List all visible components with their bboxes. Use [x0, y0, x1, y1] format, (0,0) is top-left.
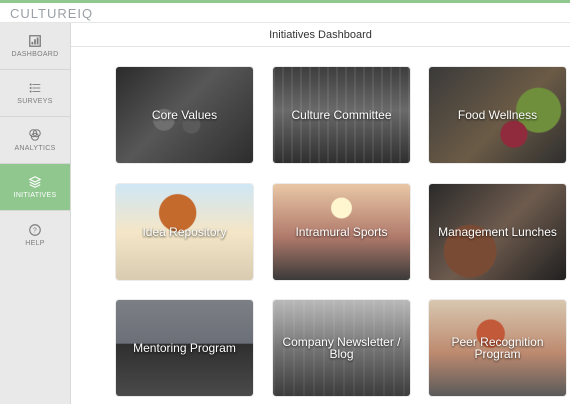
- sidebar-item-surveys[interactable]: SURVEYS: [0, 70, 70, 117]
- initiative-card-idea-repository[interactable]: Idea Repository: [116, 184, 253, 280]
- initiative-card-label: Idea Repository: [142, 225, 227, 239]
- help-icon: ?: [29, 223, 41, 236]
- initiative-card-label: Food Wellness: [457, 108, 538, 122]
- sidebar-item-analytics[interactable]: ANALYTICS: [0, 117, 70, 164]
- initiative-card-label: Company Newsletter / Blog: [282, 335, 401, 361]
- initiative-card-label: Intramural Sports: [295, 225, 388, 239]
- list-icon: [29, 83, 41, 93]
- initiative-card-core-values[interactable]: Core Values: [116, 67, 253, 163]
- sidebar: DASHBOARD SURVEYS ANALYTICS INITIATIVES: [0, 23, 71, 404]
- initiative-card-management-lunches[interactable]: Management Lunches: [429, 184, 566, 280]
- dashboard-icon: [29, 35, 41, 47]
- page-title: Initiatives Dashboard: [71, 23, 570, 47]
- venn-icon: [29, 129, 41, 141]
- stack-icon: [28, 176, 42, 188]
- svg-text:?: ?: [33, 227, 37, 234]
- initiative-card-label: Culture Committee: [291, 108, 392, 122]
- sidebar-item-help[interactable]: ? HELP: [0, 211, 70, 258]
- initiative-card-label: Management Lunches: [438, 225, 557, 239]
- sidebar-item-dashboard[interactable]: DASHBOARD: [0, 23, 70, 70]
- sidebar-item-label: DASHBOARD: [11, 51, 59, 58]
- top-bar: CULTUREIQ: [0, 0, 570, 23]
- initiative-card-company-newsletter[interactable]: Company Newsletter / Blog: [273, 300, 410, 396]
- initiative-card-label: Mentoring Program: [133, 341, 236, 355]
- sidebar-item-label: HELP: [25, 239, 45, 247]
- initiative-card-culture-committee[interactable]: Culture Committee: [273, 67, 410, 163]
- initiative-card-food-wellness[interactable]: Food Wellness: [429, 67, 566, 163]
- sidebar-item-label: ANALYTICS: [14, 145, 56, 152]
- app-logo: CULTUREIQ: [10, 6, 94, 21]
- initiative-card-label: Peer Recognition Program: [451, 335, 544, 361]
- initiatives-grid: Core Values Culture Committee Food Welln…: [71, 47, 570, 404]
- initiative-card-intramural-sports[interactable]: Intramural Sports: [273, 184, 410, 280]
- sidebar-item-initiatives[interactable]: INITIATIVES: [0, 164, 70, 211]
- initiative-card-peer-recognition[interactable]: Peer Recognition Program: [429, 300, 566, 396]
- initiative-card-label: Core Values: [151, 108, 218, 122]
- sidebar-item-label: INITIATIVES: [13, 192, 57, 199]
- initiative-card-mentoring-program[interactable]: Mentoring Program: [116, 300, 253, 396]
- sidebar-item-label: SURVEYS: [17, 98, 53, 105]
